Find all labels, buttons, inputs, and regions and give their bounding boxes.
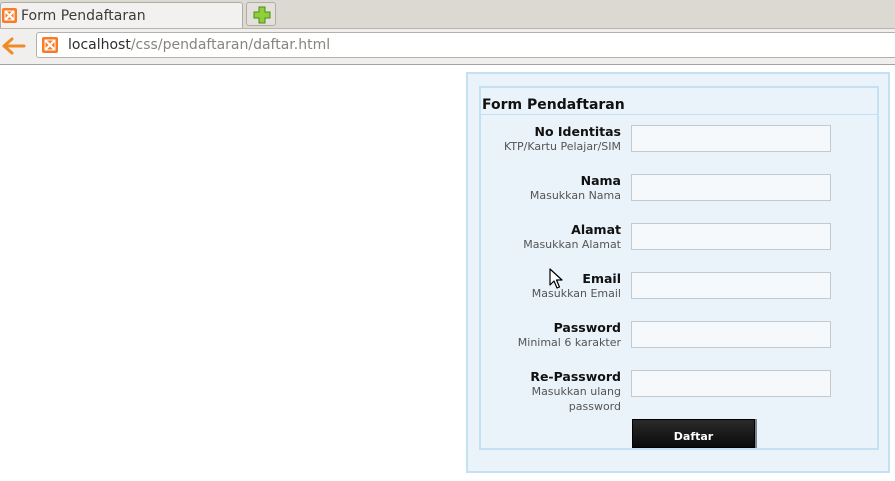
field-hint: Masukkan Alamat [523,238,621,251]
url-host: localhost [68,37,131,53]
tab-bar: Form Pendaftaran [0,0,895,29]
field-hint: KTP/Kartu Pelajar/SIM [503,140,621,153]
mouse-pointer-icon [549,268,563,290]
xampp-favicon-icon [2,8,17,23]
email-input[interactable] [631,272,831,299]
field-label-nama: Nama Masukkan Nama [471,173,621,203]
field-label: No Identitas [534,124,622,139]
address-bar[interactable]: localhost/css/pendaftaran/daftar.html [36,32,895,58]
form-title: Form Pendaftaran [482,97,625,113]
daftar-button-label: Daftar [673,430,714,443]
navigation-bar: localhost/css/pendaftaran/daftar.html [0,29,895,65]
field-hint: Masukkan Nama [529,189,621,202]
back-arrow-icon [2,37,26,55]
field-label: Password [553,320,621,335]
alamat-input[interactable] [631,223,831,250]
password-input[interactable] [631,321,831,348]
new-tab-button[interactable] [246,2,276,26]
tab-title: Form Pendaftaran [21,8,146,24]
field-label: Email [582,271,621,286]
xampp-favicon-icon [42,37,58,53]
back-button[interactable] [2,36,26,56]
browser-tab[interactable]: Form Pendaftaran [0,2,243,28]
form-fieldset: Form Pendaftaran No Identitas KTP/Kartu … [479,86,879,450]
plus-icon [253,6,271,24]
field-label-alamat: Alamat Masukkan Alamat [471,222,621,252]
field-hint: Masukkan Email [531,287,621,300]
field-hint: Minimal 6 karakter [517,336,621,349]
nama-input[interactable] [631,174,831,201]
field-label: Nama [580,173,621,188]
field-label: Re-Password [530,369,621,384]
field-label-no-identitas: No Identitas KTP/Kartu Pelajar/SIM [471,124,621,154]
registration-form: Form Pendaftaran No Identitas KTP/Kartu … [466,72,890,473]
url-text[interactable]: localhost/css/pendaftaran/daftar.html [68,37,330,53]
daftar-button[interactable]: Daftar [632,419,755,448]
field-label-password: Password Minimal 6 karakter [471,320,621,350]
url-path: /css/pendaftaran/daftar.html [130,37,331,53]
no-identitas-input[interactable] [631,125,831,152]
field-label: Alamat [571,222,621,237]
field-label-email: Email Masukkan Email [471,271,621,301]
title-divider [481,114,877,115]
re-password-input[interactable] [631,370,831,397]
field-label-re-password: Re-Password Masukkan ulang password [511,369,621,414]
field-hint: Masukkan ulang password [531,385,621,413]
